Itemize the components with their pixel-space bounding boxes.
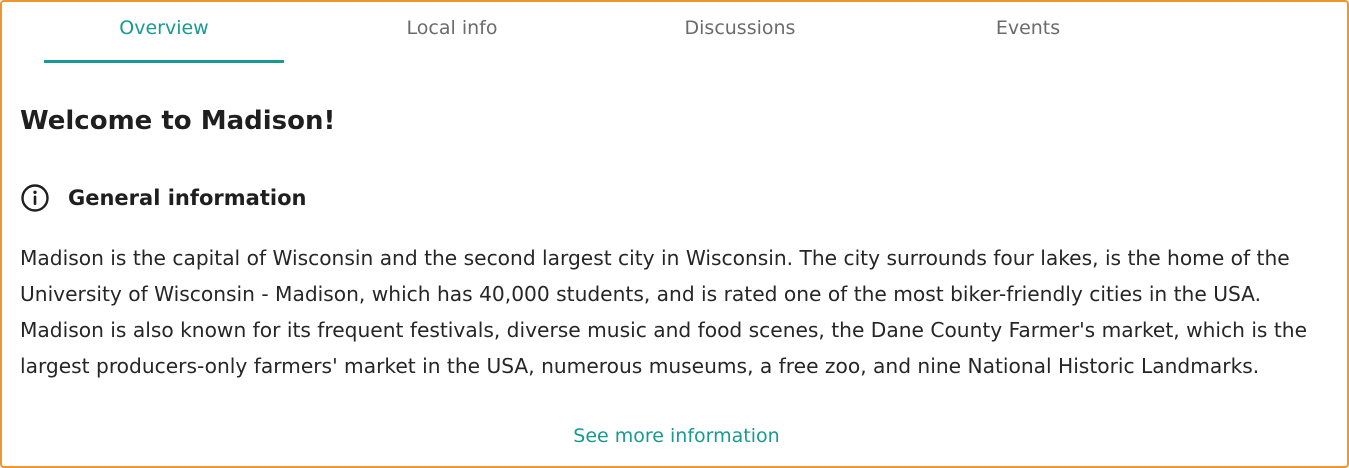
tab-local-info[interactable]: Local info (332, 2, 572, 63)
general-info-heading: General information (68, 186, 307, 210)
tab-bar: Overview Local info Discussions Events (20, 2, 1150, 63)
info-circle-icon (20, 183, 50, 213)
content-panel: Overview Local info Discussions Events W… (0, 0, 1349, 468)
tab-events-label: Events (995, 17, 1061, 39)
city-description: Madison is the capital of Wisconsin and … (20, 246, 1307, 378)
tab-discussions-label: Discussions (684, 17, 796, 39)
active-tab-indicator (44, 60, 284, 63)
tab-overview-label: Overview (119, 17, 209, 39)
tab-discussions[interactable]: Discussions (620, 2, 860, 63)
tab-events[interactable]: Events (908, 2, 1148, 63)
page-title: Welcome to Madison! (20, 106, 336, 136)
see-more-information-link[interactable]: See more information (2, 421, 1347, 451)
tab-local-info-label: Local info (406, 17, 498, 39)
tab-overview[interactable]: Overview (44, 2, 284, 63)
general-info-header: General information (20, 180, 306, 216)
